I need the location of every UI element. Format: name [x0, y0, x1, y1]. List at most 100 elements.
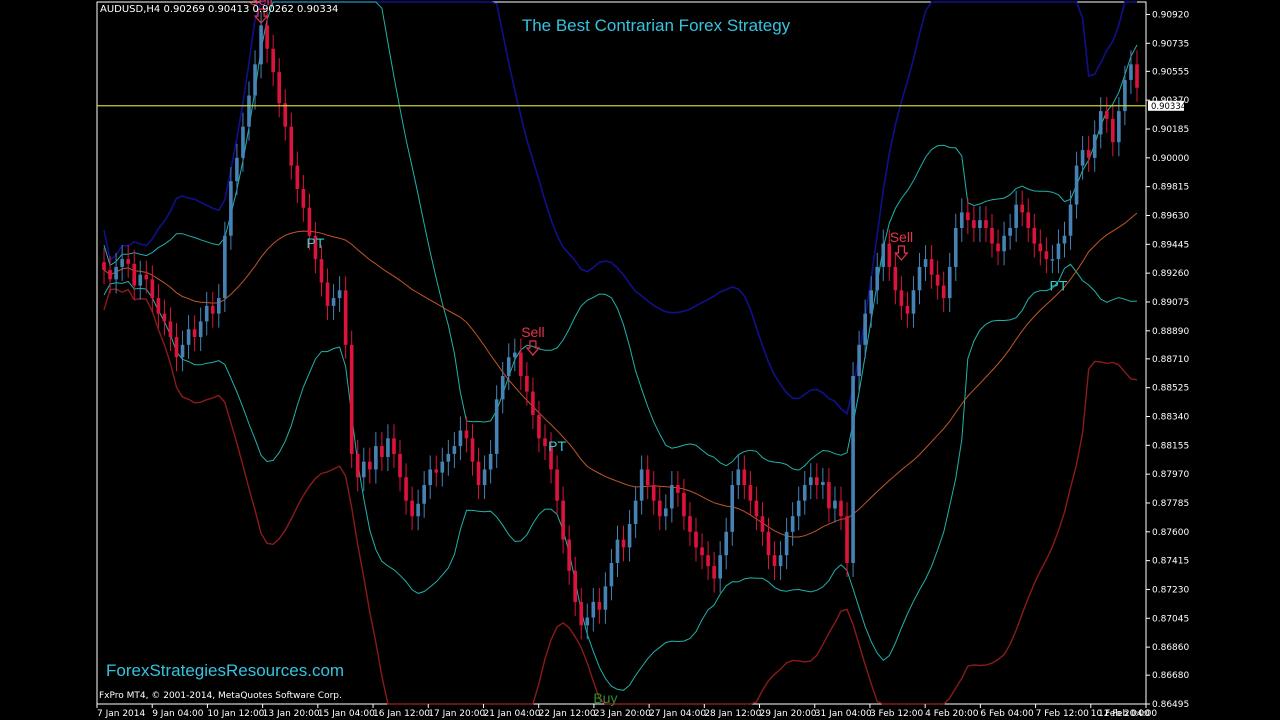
candle-body	[410, 500, 414, 517]
candle-body	[827, 481, 831, 509]
candle-body	[476, 461, 481, 486]
candle	[996, 229, 1000, 266]
candle-body	[700, 547, 704, 556]
candle-body	[881, 243, 886, 267]
candle-body	[772, 555, 777, 567]
candle	[784, 517, 789, 570]
x-tick-label: 7 Feb 12:00	[1036, 709, 1090, 719]
candle	[748, 471, 753, 515]
candle-body	[168, 321, 173, 338]
candle	[1014, 190, 1018, 242]
candle-body	[917, 266, 922, 291]
x-tick-label: 28 Jan 12:00	[704, 709, 761, 719]
candle-body	[337, 290, 342, 299]
signal-pt-label: PT	[1050, 277, 1068, 293]
candle-body	[1002, 235, 1006, 252]
candle-body	[216, 298, 221, 314]
x-tick-label: 12 Feb 04:00	[1098, 709, 1157, 719]
candle-body	[434, 469, 439, 473]
candle	[1098, 97, 1103, 149]
candle	[416, 489, 420, 531]
candle	[494, 385, 499, 468]
candle-body	[180, 344, 185, 358]
candle-body	[1104, 111, 1109, 119]
candle-body	[1117, 111, 1121, 143]
candle	[422, 471, 426, 518]
candle-body	[174, 337, 179, 358]
signal-pt-label: PT	[548, 438, 566, 454]
candle	[730, 471, 735, 546]
candle	[682, 478, 686, 531]
candle-body	[301, 188, 306, 208]
candle	[1092, 120, 1097, 172]
candle-body	[428, 469, 433, 486]
candle-body	[869, 290, 874, 314]
candle	[978, 206, 982, 242]
x-tick-label: 3 Feb 12:00	[870, 709, 924, 719]
candle-body	[561, 500, 565, 540]
candle	[839, 486, 843, 531]
candle-body	[1020, 204, 1025, 213]
candle-body	[670, 485, 674, 509]
candle-body	[1111, 118, 1115, 143]
candle	[947, 252, 952, 313]
y-tick-label: 0.90185	[1152, 125, 1189, 135]
candle-body	[573, 570, 578, 602]
candle-body	[1098, 111, 1103, 135]
candle-body	[355, 453, 360, 478]
y-tick-label: 0.87230	[1152, 585, 1189, 595]
candle-body	[247, 95, 251, 127]
candle	[180, 330, 185, 372]
candle-body	[307, 207, 312, 236]
x-tick-label: 23 Jan 20:00	[594, 709, 651, 719]
candle	[645, 455, 650, 500]
candle-body	[833, 500, 837, 509]
y-tick-label: 0.87970	[1152, 470, 1189, 480]
y-tick-label: 0.86860	[1152, 643, 1189, 653]
candle-body	[1026, 212, 1031, 228]
sell-arrow-icon	[525, 340, 541, 356]
candle	[398, 439, 402, 492]
candle-body	[494, 399, 499, 454]
y-tick-label: 0.89815	[1152, 183, 1189, 193]
candle-body	[253, 64, 257, 96]
candle	[984, 206, 988, 242]
candle-body	[663, 508, 668, 517]
candle-body	[796, 500, 801, 517]
candle	[404, 463, 408, 515]
candle	[972, 206, 976, 242]
candle	[688, 502, 692, 546]
candle	[573, 556, 578, 616]
x-tick-label: 17 Jan 20:00	[428, 709, 485, 719]
candle-body	[204, 305, 209, 322]
candle	[482, 455, 487, 500]
forex-chart[interactable]: 0.909200.907350.905550.903700.901850.900…	[0, 0, 1280, 720]
candle-body	[108, 270, 112, 280]
candle	[851, 361, 855, 578]
outer-lower-band	[103, 288, 1138, 705]
candle	[893, 252, 898, 305]
candle	[845, 502, 849, 578]
candle-body	[821, 481, 825, 486]
candle	[168, 307, 173, 352]
candle	[476, 447, 481, 500]
candle	[724, 517, 729, 570]
candle-body	[990, 227, 994, 244]
candle	[603, 572, 608, 624]
candle	[210, 291, 215, 328]
candle-body	[706, 555, 710, 567]
x-tick-label: 31 Jan 04:00	[815, 709, 872, 719]
candle	[627, 509, 632, 562]
candle-body	[283, 103, 288, 127]
candle	[531, 377, 535, 429]
candle-body	[996, 243, 1000, 252]
candle	[905, 291, 910, 328]
candle	[561, 486, 565, 554]
candle-body	[1074, 165, 1079, 205]
signal-pt-label: PT	[306, 235, 324, 251]
candle	[452, 432, 457, 468]
candle	[1104, 97, 1109, 133]
candle	[319, 245, 324, 297]
candle-body	[1092, 134, 1097, 158]
candle-body	[1068, 204, 1073, 236]
